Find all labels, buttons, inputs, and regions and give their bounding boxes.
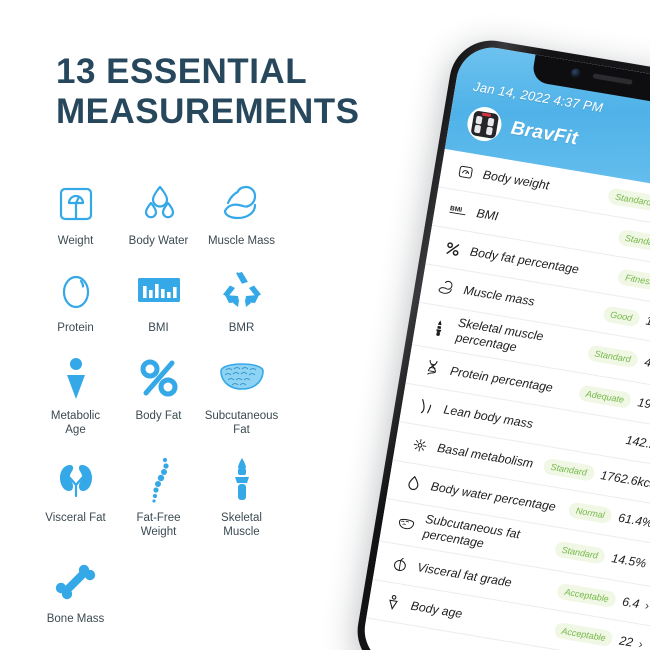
status-badge: Adequate bbox=[577, 384, 633, 409]
grid-item-weight: Weight bbox=[34, 175, 117, 248]
poster-root: 13 ESSENTIAL MEASUREMENTS Weight Body Wa… bbox=[0, 0, 650, 650]
grid-item-metabolic-age: Metabolic Age bbox=[34, 350, 117, 438]
grid-item-visceral-fat: Visceral Fat bbox=[34, 452, 117, 540]
bar-chart-icon bbox=[136, 266, 182, 314]
skeletal-muscle-icon bbox=[427, 317, 452, 337]
phone-body: Jan 14, 2022 4:37 PM BravFit 9 Health bbox=[351, 34, 650, 650]
grid-label: Fat-Free Weight bbox=[136, 511, 181, 538]
row-value: 61.4% bbox=[617, 510, 650, 531]
status-badge: Standard bbox=[553, 540, 607, 565]
person-figure-icon bbox=[54, 354, 98, 402]
grid-item-skeletal-muscle: Skeletal Muscle bbox=[200, 452, 283, 540]
body-scale-device-icon bbox=[464, 104, 504, 144]
status-badge: Standard bbox=[542, 457, 596, 482]
front-camera-icon bbox=[570, 67, 582, 79]
water-drops-icon bbox=[137, 179, 181, 227]
row-value: 19.4% bbox=[636, 395, 650, 415]
grid-item-bmr: BMR bbox=[200, 262, 283, 335]
measurement-icon-grid: Weight Body Water Muscle Mass Protein BM… bbox=[34, 175, 319, 627]
dna-helix-icon bbox=[420, 358, 444, 377]
grid-item-body-water: Body Water bbox=[117, 175, 200, 248]
grid-label: Bone Mass bbox=[46, 613, 105, 626]
muscle-arm-icon bbox=[434, 278, 458, 296]
status-badge: Normal bbox=[567, 501, 613, 525]
joint-muscle-icon bbox=[225, 456, 259, 504]
grid-label: Muscle Mass bbox=[207, 235, 276, 247]
scale-gauge-icon bbox=[453, 162, 477, 180]
icon-grid-row: Visceral Fat Fat-Free Weight Skeletal Mu… bbox=[34, 452, 319, 540]
visceral-fat-icon bbox=[388, 555, 412, 573]
chevron-right-icon[interactable]: › bbox=[638, 637, 644, 650]
grid-label: Skeletal Muscle bbox=[221, 511, 262, 538]
measurement-list: Body weight Standard 167.2lb› BMI BMI St… bbox=[366, 148, 650, 650]
status-badge: Standard bbox=[616, 228, 650, 253]
grid-item-body-fat: Body Fat bbox=[117, 350, 200, 438]
percent-sign-icon bbox=[137, 354, 181, 402]
status-badge: Acceptable bbox=[553, 621, 614, 648]
phone-screen: Jan 14, 2022 4:37 PM BravFit 9 Health bbox=[359, 42, 650, 650]
bmi-text-icon: BMI bbox=[447, 201, 471, 218]
grid-label: Protein bbox=[57, 322, 94, 335]
recycle-arrows-icon bbox=[220, 266, 264, 314]
status-badge: Good bbox=[602, 305, 641, 328]
status-badge: Standard bbox=[586, 344, 639, 369]
row-value: 14.5% bbox=[610, 551, 648, 571]
row-value: 6.4 bbox=[621, 594, 641, 612]
grid-label: Weight bbox=[57, 235, 94, 247]
fat-tissue-icon bbox=[218, 354, 266, 402]
grid-label: Subcutaneous Fat bbox=[204, 409, 279, 437]
egg-protein-icon bbox=[54, 266, 98, 314]
metabolism-icon bbox=[408, 436, 432, 454]
page-title-line2: MEASUREMENTS bbox=[56, 92, 360, 132]
grid-label: Metabolic Age bbox=[50, 409, 101, 437]
percent-icon bbox=[440, 239, 464, 257]
water-drop-icon bbox=[401, 474, 425, 493]
icon-grid-row: Metabolic Age Body Fat Subcutaneous Fat bbox=[34, 350, 319, 438]
earpiece-speaker-icon bbox=[592, 73, 633, 85]
status-badge: Acceptable bbox=[556, 582, 617, 609]
grid-item-protein: Protein bbox=[34, 262, 117, 335]
row-value: 22 bbox=[618, 633, 635, 650]
grid-label: BMR bbox=[228, 322, 255, 335]
body-age-icon bbox=[381, 593, 405, 612]
status-badge: Standard bbox=[607, 187, 650, 212]
icon-grid-row: Weight Body Water Muscle Mass bbox=[34, 175, 319, 248]
grid-item-bone-mass: Bone Mass bbox=[34, 553, 117, 626]
kidneys-organ-icon bbox=[54, 456, 98, 504]
row-value: 1762.6kcal bbox=[599, 468, 650, 492]
grid-label: Body Fat bbox=[135, 409, 182, 422]
grid-label: Body Water bbox=[128, 235, 189, 247]
grid-item-bmi: BMI bbox=[117, 262, 200, 335]
row-value: 135.2lb bbox=[644, 313, 650, 334]
icon-grid-row: Protein BMI BMR bbox=[34, 262, 319, 335]
grid-item-fat-free-weight: Fat-Free Weight bbox=[117, 452, 200, 540]
subcutaneous-fat-icon bbox=[394, 515, 418, 531]
status-badge: Fitness bbox=[617, 268, 650, 292]
flexed-bicep-icon bbox=[219, 179, 265, 227]
page-title: 13 ESSENTIAL MEASUREMENTS bbox=[56, 52, 386, 133]
weight-scale-icon bbox=[54, 179, 98, 227]
grid-item-muscle-mass: Muscle Mass bbox=[200, 175, 283, 248]
row-value: 49.3% bbox=[643, 354, 650, 375]
brand-title: BravFit bbox=[509, 117, 580, 150]
grid-label: BMI bbox=[148, 322, 169, 335]
status-badge bbox=[605, 433, 620, 441]
grid-label: Visceral Fat bbox=[45, 511, 106, 524]
chevron-right-icon[interactable]: › bbox=[644, 598, 650, 612]
spine-dots-icon bbox=[142, 456, 176, 504]
row-value: 142.2lb bbox=[624, 432, 650, 454]
grid-item-subcutaneous-fat: Subcutaneous Fat bbox=[200, 350, 283, 438]
page-title-line1: 13 ESSENTIAL bbox=[56, 52, 308, 91]
lean-body-icon bbox=[414, 397, 438, 416]
bone-icon bbox=[53, 557, 99, 605]
